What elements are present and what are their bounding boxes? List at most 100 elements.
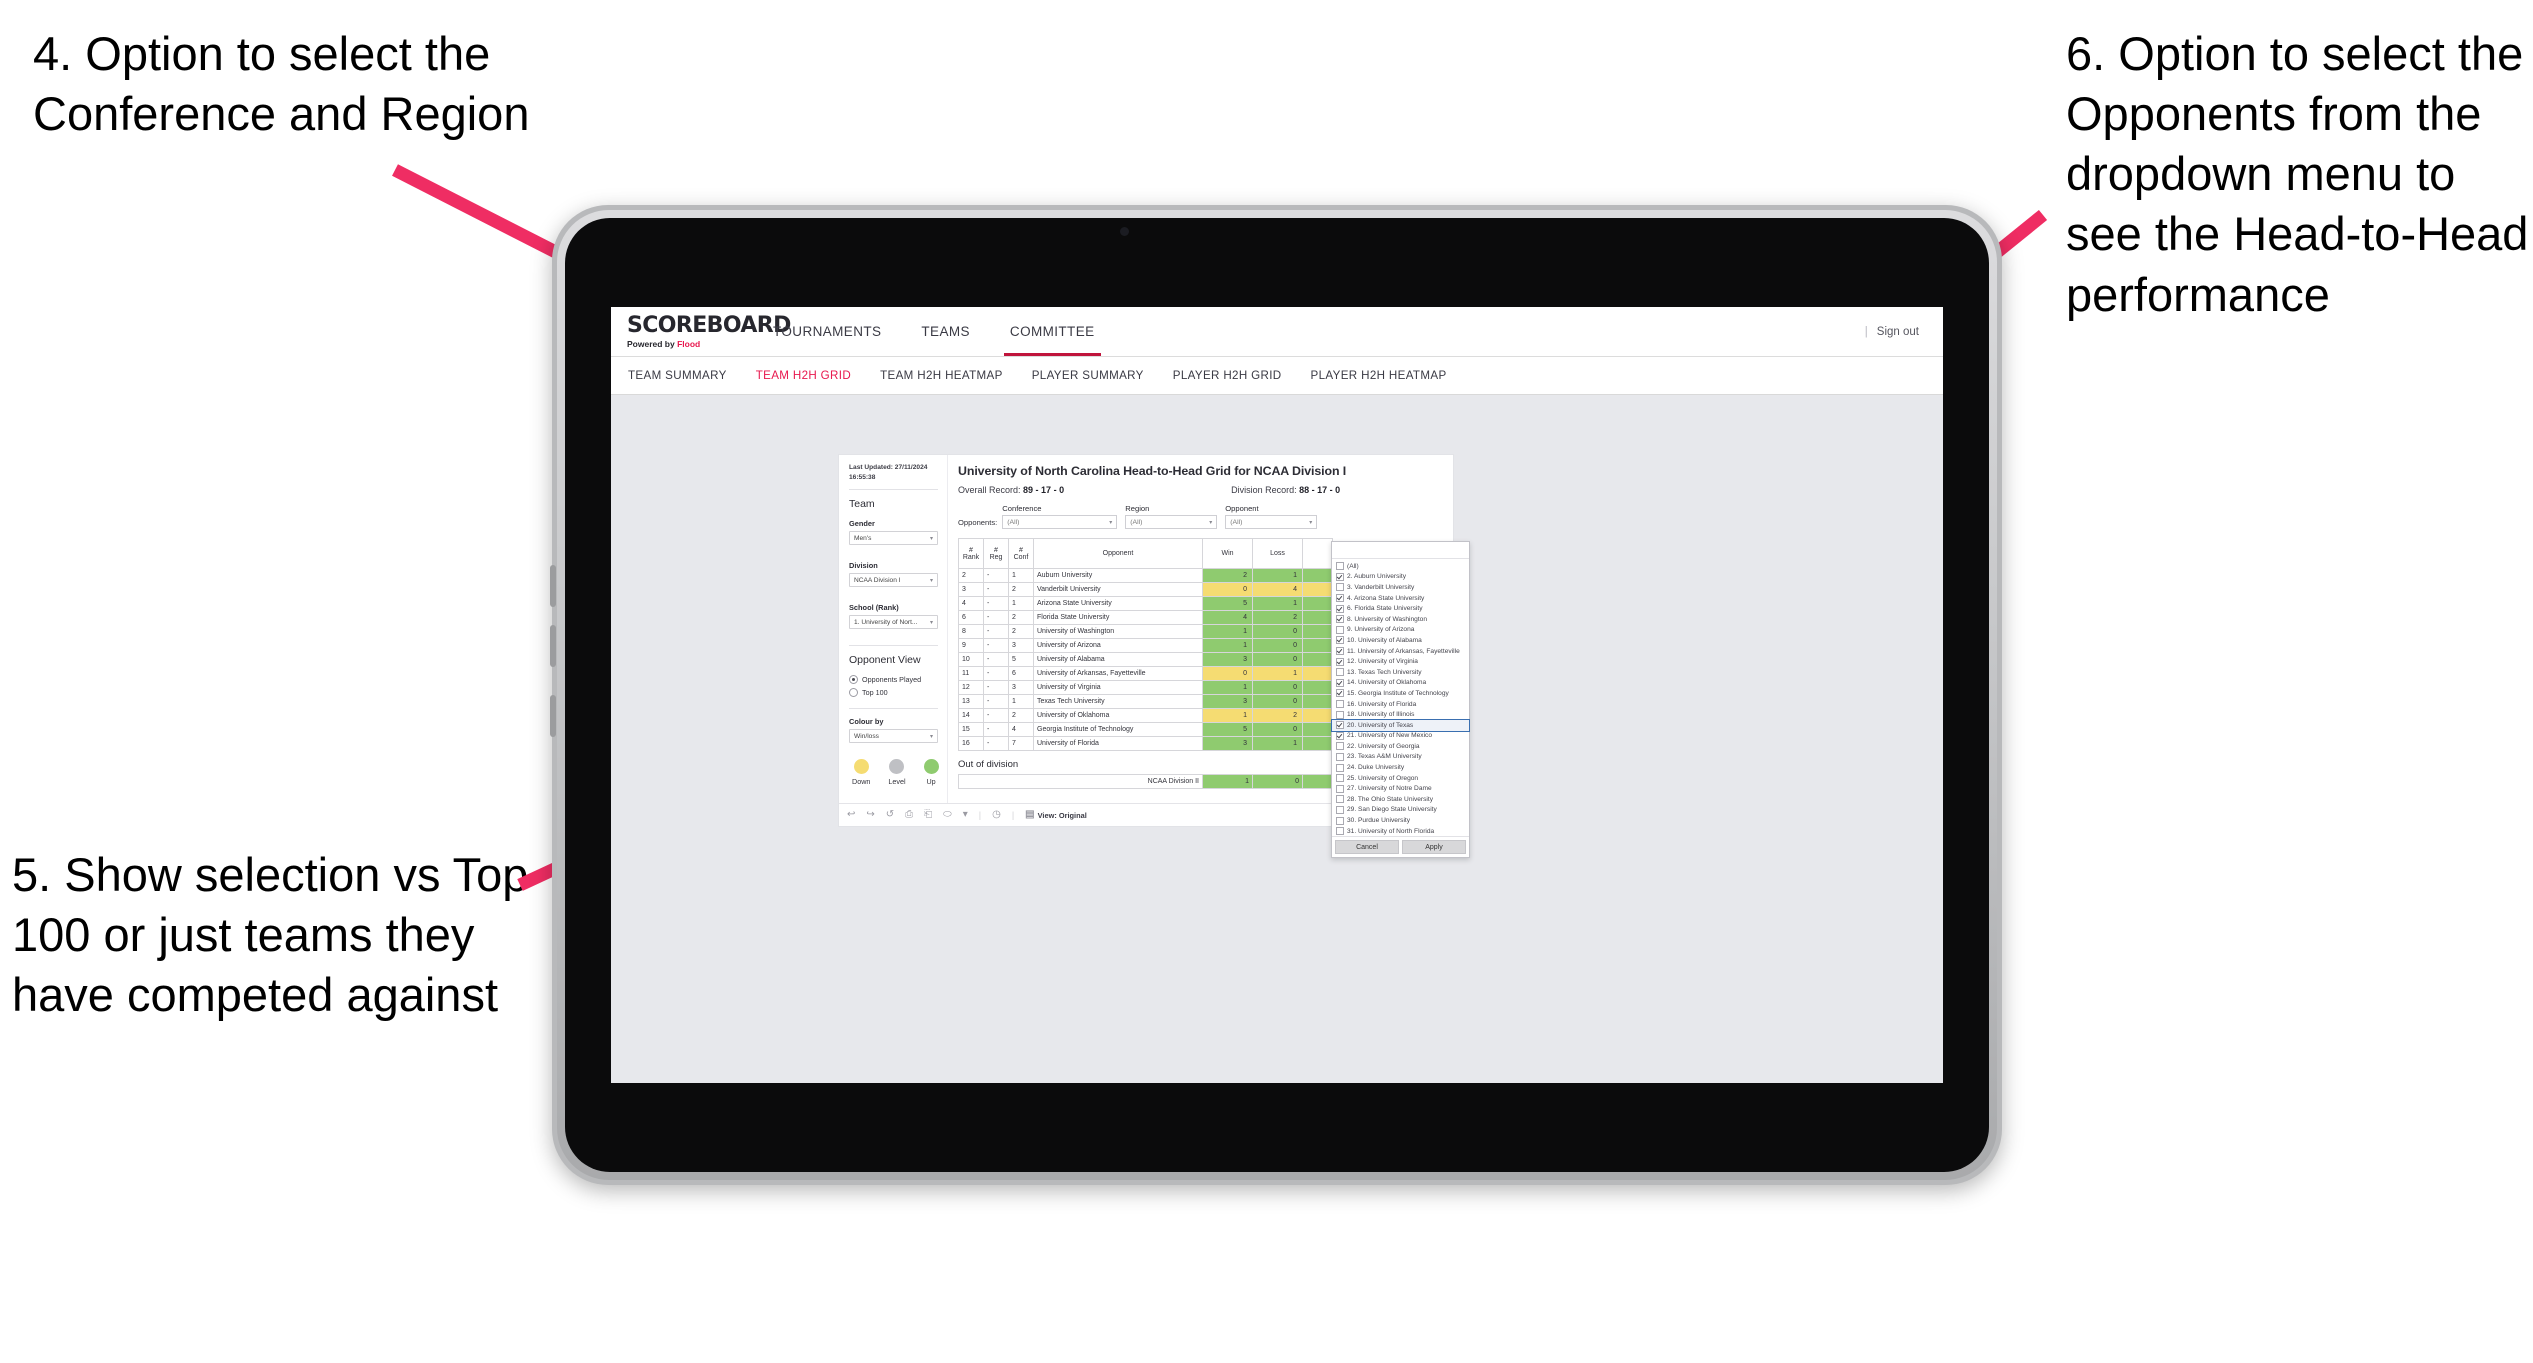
checkbox-icon[interactable] [1336,594,1344,603]
opponent-dropdown-item[interactable]: 31. University of North Florida [1332,826,1469,837]
clock-icon[interactable]: ◷ [992,810,1001,820]
cancel-button[interactable]: Cancel [1335,840,1399,855]
subnav-item-team-h2h-heatmap[interactable]: TEAM H2H HEATMAP [880,369,1003,382]
chevron-down-icon[interactable]: ▾ [963,810,968,820]
opponent-dropdown-item[interactable]: 18. University of Illinois [1332,709,1469,720]
checkbox-icon[interactable] [1336,647,1344,656]
col-loss[interactable]: Loss [1252,538,1303,569]
table-row[interactable]: 12-3 University of Virginia 1 0 [958,680,1333,695]
conference-select[interactable]: (All) ▾ [1002,515,1118,529]
view-original-button[interactable]: ▤ View: Original [1025,810,1087,820]
gender-select[interactable]: Men's ▾ [849,531,938,546]
col-opponent[interactable]: Opponent [1033,538,1203,569]
checkbox-icon[interactable] [1336,742,1344,751]
checkbox-icon[interactable] [1336,700,1344,709]
volume-down-button[interactable] [550,625,556,667]
undo-icon[interactable]: ↩ [847,810,855,820]
table-row[interactable]: 15-4 Georgia Institute of Technology 5 0 [958,722,1333,737]
table-row[interactable]: 14-2 University of Oklahoma 1 2 [958,708,1333,723]
redo-icon[interactable]: ↪ [866,810,874,820]
opponent-dropdown-item[interactable]: 12. University of Virginia [1332,656,1469,667]
table-row[interactable]: 3-2 Vanderbilt University 0 4 [958,582,1333,597]
opponent-dropdown-item[interactable]: 16. University of Florida [1332,699,1469,710]
opponent-dropdown-item[interactable]: 8. University of Washington [1332,614,1469,625]
volume-up-button[interactable] [550,565,556,607]
opponent-dropdown-item[interactable]: 20. University of Texas [1331,718,1470,732]
nav-item-tournaments[interactable]: TOURNAMENTS [753,307,901,356]
opponent-dropdown-item[interactable]: 27. University of Notre Dame [1332,783,1469,794]
sign-out-link[interactable]: Sign out [1877,326,1919,338]
pause-data-icon[interactable]: ⎗ [924,810,932,820]
opponent-dropdown-item[interactable]: 6. Florida State University [1332,603,1469,614]
revert-icon[interactable]: ↺ [886,810,894,820]
checkbox-icon[interactable] [1336,795,1344,804]
checkbox-icon[interactable] [1336,604,1344,613]
checkbox-icon[interactable] [1336,805,1344,814]
opponent-dropdown-item[interactable]: 23. Texas A&M University [1332,752,1469,763]
checkbox-icon[interactable] [1336,572,1344,581]
share-icon[interactable]: ⬭ [943,810,952,820]
opponent-dropdown-item[interactable]: (All) [1332,561,1469,572]
subnav-item-player-summary[interactable]: PLAYER SUMMARY [1032,369,1144,382]
opponent-dropdown-item[interactable]: 24. Duke University [1332,762,1469,773]
opponent-dropdown-item[interactable]: 3. Vanderbilt University [1332,582,1469,593]
table-row[interactable]: 6-2 Florida State University 4 2 [958,610,1333,625]
checkbox-icon[interactable] [1336,668,1344,677]
nav-item-committee[interactable]: COMMITTEE [990,307,1115,356]
opponent-dropdown-panel[interactable]: (All) 2. Auburn University 3. Vanderbilt U… [1331,541,1470,859]
nav-item-teams[interactable]: TEAMS [901,307,990,356]
checkbox-icon[interactable] [1336,816,1344,825]
opponent-dropdown-item[interactable]: 25. University of Oregon [1332,773,1469,784]
opponent-dropdown-item[interactable]: 28. The Ohio State University [1332,794,1469,805]
opponent-dropdown-item[interactable]: 11. University of Arkansas, Fayetteville [1332,646,1469,657]
col-reg[interactable]: # Reg [983,538,1009,569]
subnav-item-player-h2h-heatmap[interactable]: PLAYER H2H HEATMAP [1311,369,1447,382]
division-select[interactable]: NCAA Division I ▾ [849,573,938,588]
checkbox-icon[interactable] [1336,731,1344,740]
col-rank[interactable]: # Rank [958,538,984,569]
checkbox-icon[interactable] [1336,625,1344,634]
opponent-dropdown-item[interactable]: 10. University of Alabama [1332,635,1469,646]
checkbox-icon[interactable] [1336,710,1344,719]
checkbox-icon[interactable] [1336,784,1344,793]
checkbox-icon[interactable] [1336,827,1344,836]
checkbox-icon[interactable] [1336,615,1344,624]
opponent-dropdown-item[interactable]: 15. Georgia Institute of Technology [1332,688,1469,699]
subnav-item-team-summary[interactable]: TEAM SUMMARY [628,369,727,382]
app-logo[interactable]: SCOREBOARD Powered by Flood [611,307,791,356]
subnav-item-team-h2h-grid[interactable]: TEAM H2H GRID [756,369,851,382]
checkbox-icon[interactable] [1336,752,1344,761]
checkbox-icon[interactable] [1336,721,1344,730]
opponent-dropdown-item[interactable]: 22. University of Georgia [1332,741,1469,752]
colour-by-select[interactable]: Win/loss ▾ [849,729,938,744]
opponent-dropdown-item[interactable]: 4. Arizona State University [1332,593,1469,604]
refresh-data-icon[interactable]: ⎙ [905,810,913,820]
checkbox-icon[interactable] [1336,689,1344,698]
checkbox-icon[interactable] [1336,562,1344,571]
apply-button[interactable]: Apply [1402,840,1466,855]
opponent-dropdown-item[interactable]: 14. University of Oklahoma [1332,678,1469,689]
table-row[interactable]: 16-7 University of Florida 3 1 [958,736,1333,751]
table-row[interactable]: 13-1 Texas Tech University 3 0 [958,694,1333,709]
opponent-dropdown-item[interactable]: 29. San Diego State University [1332,805,1469,816]
opponent-dropdown-item[interactable]: 30. Purdue University [1332,815,1469,826]
checkbox-icon[interactable] [1336,678,1344,687]
school-select[interactable]: 1. University of Nort... ▾ [849,615,938,630]
checkbox-icon[interactable] [1336,636,1344,645]
col-win[interactable]: Win [1202,538,1253,569]
radio-top-100[interactable]: Top 100 [849,688,938,698]
opponent-dropdown-item[interactable]: 13. Texas Tech University [1332,667,1469,678]
table-row[interactable]: 8-2 University of Washington 1 0 [958,624,1333,639]
table-row[interactable]: 10-5 University of Alabama 3 0 [958,652,1333,667]
opponent-dropdown-item[interactable]: 9. University of Arizona [1332,625,1469,636]
power-button[interactable] [550,695,556,737]
table-row[interactable]: 2-1 Auburn University 2 1 [958,568,1333,583]
table-row[interactable]: 11-6 University of Arkansas, Fayetteville… [958,666,1333,681]
checkbox-icon[interactable] [1336,657,1344,666]
opponent-select[interactable]: (All) ▾ [1225,515,1318,529]
opponent-dropdown-item[interactable]: 21. University of New Mexico [1332,731,1469,742]
table-row[interactable]: 4-1 Arizona State University 5 1 [958,596,1333,611]
col-conf[interactable]: # Conf [1008,538,1034,569]
region-select[interactable]: (All) ▾ [1125,515,1218,529]
radio-opponents-played[interactable]: Opponents Played [849,675,938,685]
